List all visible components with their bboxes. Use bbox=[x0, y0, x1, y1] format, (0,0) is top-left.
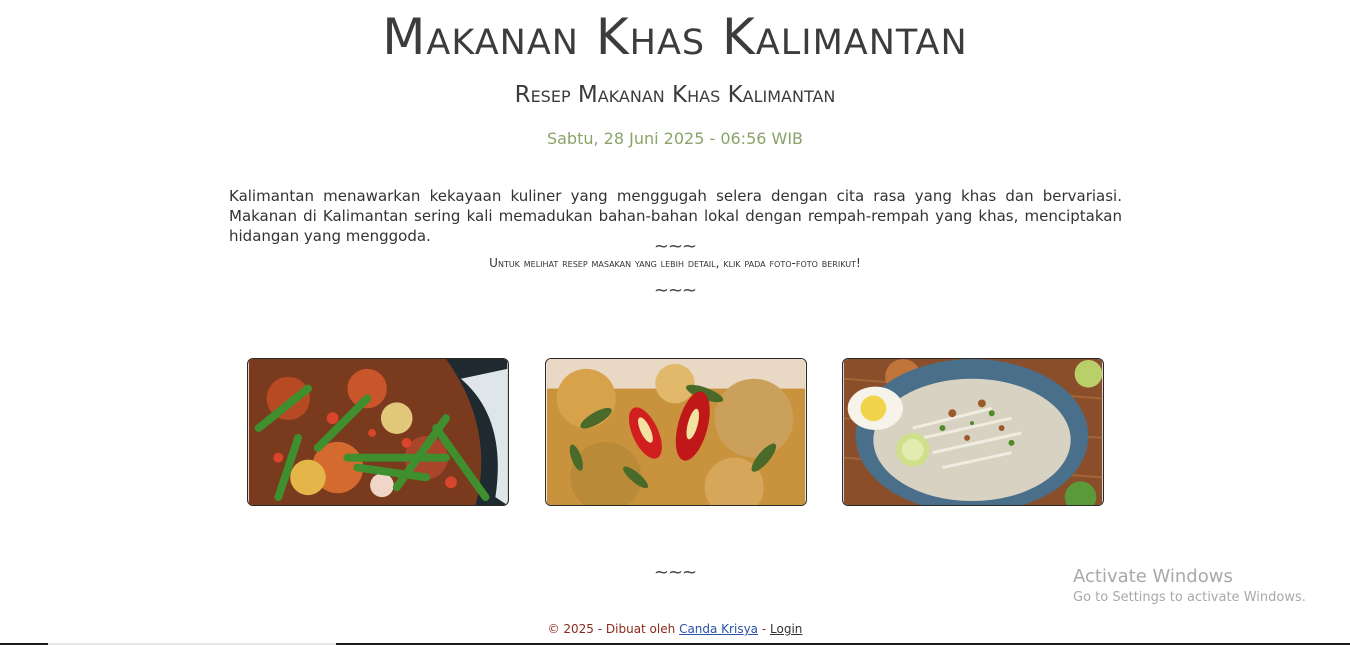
watermark-title: Activate Windows bbox=[1073, 566, 1233, 587]
login-link[interactable]: Login bbox=[770, 622, 802, 636]
footer-copyright: © 2025 - Dibuat oleh bbox=[547, 622, 676, 636]
gallery-hint: Untuk melihat resep masakan yang lebih d… bbox=[489, 256, 861, 270]
food-photo-icon bbox=[546, 359, 806, 505]
watermark-subtitle: Go to Settings to activate Windows. bbox=[1073, 590, 1306, 605]
divider-middle: ~~~ bbox=[653, 280, 697, 301]
footer-separator: - bbox=[761, 622, 767, 636]
food-photo-3[interactable] bbox=[842, 358, 1104, 506]
current-datetime: Sabtu, 28 Juni 2025 - 06:56 WIB bbox=[546, 129, 804, 148]
page-title: Makanan Khas Kalimantan bbox=[382, 8, 968, 66]
author-link[interactable]: Canda Krisya bbox=[679, 622, 758, 636]
footer: © 2025 - Dibuat oleh Canda Krisya - Logi… bbox=[0, 622, 1350, 636]
food-photo-2[interactable] bbox=[545, 358, 807, 506]
page-subtitle: Resep Makanan Khas Kalimantan bbox=[514, 82, 836, 108]
food-photo-1[interactable] bbox=[247, 358, 509, 506]
windows-activation-watermark: Activate Windows Go to Settings to activ… bbox=[1073, 566, 1306, 605]
food-photo-icon bbox=[248, 359, 508, 505]
food-photo-icon bbox=[843, 359, 1103, 505]
divider-top: ~~~ bbox=[653, 236, 697, 257]
